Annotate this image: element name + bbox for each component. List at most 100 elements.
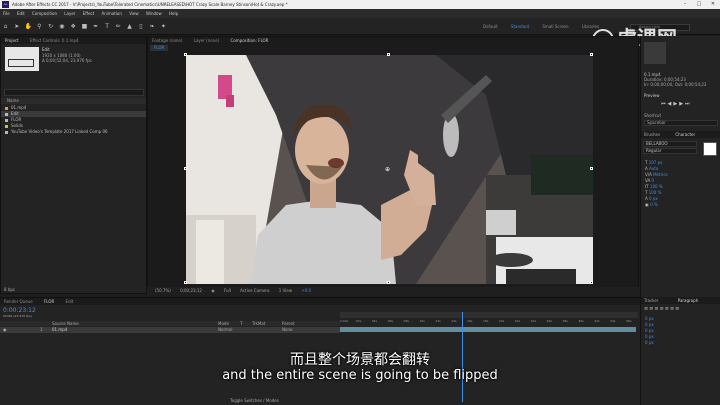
space-after-field[interactable]: 0 px: [641, 340, 720, 346]
toggle-switches-modes[interactable]: Toggle Switches / Modes: [230, 398, 279, 403]
selected-item-info-2: Δ 0;00;52;04, 23.976 fps: [42, 58, 92, 63]
hand-tool-icon[interactable]: ✋: [25, 23, 32, 30]
menu-animation[interactable]: Animation: [102, 11, 122, 16]
rotate-tool-icon[interactable]: ↻: [47, 23, 54, 30]
tab-paragraph[interactable]: Paragraph: [678, 298, 699, 303]
subtitle-english: and the entire scene is going to be flip…: [222, 368, 498, 383]
anchor-point-icon[interactable]: ⊕: [385, 166, 390, 173]
layer-row[interactable]: ◉ 1 01.mp4 Normal None: [0, 327, 340, 333]
project-search-input[interactable]: [4, 89, 144, 96]
composition-breadcrumb[interactable]: FLOR: [150, 45, 169, 51]
zoom-tool-icon[interactable]: ⚲: [36, 23, 43, 30]
window-title: Adobe After Effects CC 2017 - V:\Project…: [12, 2, 288, 7]
menu-layer[interactable]: Layer: [64, 11, 75, 16]
menu-edit[interactable]: Edit: [17, 11, 25, 16]
current-time-display[interactable]: 0;00;23;12: [180, 288, 202, 293]
bit-depth-label[interactable]: 8 bpc: [4, 287, 15, 292]
menu-window[interactable]: Window: [146, 11, 162, 16]
timeline-timecode[interactable]: 0:00:23:12: [3, 307, 36, 314]
menu-composition[interactable]: Composition: [32, 11, 57, 16]
paragraph-panel-tabs: Tracker Paragraph: [641, 297, 720, 304]
tab-tracker[interactable]: Tracker: [644, 298, 658, 303]
layer-name[interactable]: 01.mp4: [52, 327, 67, 333]
transform-handle[interactable]: [387, 53, 390, 56]
pan-behind-tool-icon[interactable]: ❖: [70, 23, 77, 30]
clone-stamp-tool-icon[interactable]: ▲: [126, 23, 133, 30]
eraser-tool-icon[interactable]: ▯: [137, 23, 144, 30]
magnification-select[interactable]: (50.7%): [155, 288, 171, 293]
ruler-tick-label: 16s: [467, 319, 473, 323]
ruler-tick-label: 30s: [578, 319, 584, 323]
close-icon[interactable]: ✕: [706, 0, 720, 9]
tab-composition-flor[interactable]: Composition: FLOR: [231, 38, 269, 43]
fill-color-swatch[interactable]: [703, 142, 717, 156]
tab-flor[interactable]: FLOR: [44, 299, 54, 304]
workspace-small-screen[interactable]: Small Screen: [542, 24, 568, 29]
menu-bar: File Edit Composition Layer Effect Anima…: [0, 9, 720, 18]
puppet-tool-icon[interactable]: ✦: [160, 23, 167, 30]
tab-project[interactable]: Project: [5, 38, 19, 43]
transform-handle[interactable]: [590, 167, 593, 170]
workspace-default[interactable]: Default: [483, 24, 498, 29]
layer-mode[interactable]: Normal: [218, 327, 232, 333]
workspace-standard[interactable]: Standard: [511, 24, 529, 29]
tab-render-queue[interactable]: Render Queue: [4, 299, 33, 304]
tab-character[interactable]: Character: [675, 132, 695, 137]
menu-file[interactable]: File: [3, 11, 10, 16]
camera-tool-icon[interactable]: ◉: [58, 23, 65, 30]
project-list: 01.mp4 Edit FLOR Solids YouTube Video's …: [1, 105, 146, 135]
maximize-icon[interactable]: □: [692, 0, 706, 9]
font-style-select[interactable]: Regular: [643, 148, 697, 154]
column-t[interactable]: T: [240, 321, 242, 326]
project-panel: Project Effect Controls: 0.1.mp4 Edit 19…: [0, 36, 147, 294]
transform-handle[interactable]: [387, 281, 390, 284]
visibility-eye-icon[interactable]: ◉: [3, 327, 7, 333]
ruler-tick-label: 32s: [594, 319, 600, 323]
camera-snapshot-icon[interactable]: ◉: [211, 288, 215, 293]
layer-parent[interactable]: None: [282, 327, 292, 333]
tab-edit[interactable]: Edit: [66, 299, 74, 304]
column-trkmat[interactable]: TrkMat: [252, 321, 265, 326]
roto-brush-tool-icon[interactable]: ❧: [149, 23, 156, 30]
transform-handle[interactable]: [184, 53, 187, 56]
ruler-tick-label: 02s: [355, 319, 362, 323]
view-layout-select[interactable]: 1 View: [279, 288, 292, 293]
column-source-name[interactable]: Source Name: [52, 321, 79, 326]
active-camera-select[interactable]: Active Camera: [240, 288, 269, 293]
preview-transport-controls[interactable]: ⏮◀▶▶⏭: [661, 101, 692, 107]
resolution-select[interactable]: Full: [224, 288, 231, 293]
selection-tool-icon[interactable]: ➤: [13, 23, 20, 30]
menu-view[interactable]: View: [129, 11, 139, 16]
exposure-value[interactable]: +0.0: [301, 288, 311, 293]
column-mode[interactable]: Mode: [218, 321, 229, 326]
transform-handle[interactable]: [590, 53, 593, 56]
project-item[interactable]: YouTube Video's Template 2017 Linked Com…: [1, 129, 146, 135]
layer-duration-bar[interactable]: [340, 327, 636, 332]
transform-handle[interactable]: [184, 281, 187, 284]
transform-handle[interactable]: [590, 281, 593, 284]
ruler-tick-label: 28s: [562, 319, 568, 323]
brush-tool-icon[interactable]: ✏: [115, 23, 122, 30]
tab-effect-controls[interactable]: Effect Controls: 0.1.mp4: [30, 38, 79, 43]
font-family-select[interactable]: BELLABOO: [643, 141, 697, 147]
transform-handle[interactable]: [184, 167, 187, 170]
pen-tool-icon[interactable]: ✒: [92, 23, 99, 30]
type-tool-icon[interactable]: T: [104, 23, 111, 30]
home-icon[interactable]: ⌂: [2, 23, 9, 30]
info-line-3: In: 0;00;00;00, Out: 0;00;54;23: [644, 82, 707, 87]
column-parent[interactable]: Parent: [282, 321, 295, 326]
time-ruler[interactable]: 0:00s 02s 04s 06s 08s 10s 12s 14s 16s 18s 20s 22s 24…: [340, 319, 638, 325]
shortcut-select[interactable]: Spacebar: [644, 120, 718, 126]
minimize-icon[interactable]: –: [678, 0, 692, 9]
work-area-bar[interactable]: [340, 312, 638, 318]
tsume-field[interactable]: ▣ 0 %: [641, 202, 720, 208]
timeline-tabs: Render Queue FLOR Edit: [0, 298, 640, 305]
paragraph-align-buttons[interactable]: ≡≡≡≡≡≡≡: [644, 306, 680, 312]
menu-help[interactable]: Help: [169, 11, 178, 16]
rectangle-tool-icon[interactable]: ■: [81, 23, 88, 30]
tab-layer[interactable]: Layer (none): [194, 38, 220, 43]
character-fields: BELLABOO Regular: [641, 140, 699, 155]
menu-effect[interactable]: Effect: [83, 11, 95, 16]
tab-footage[interactable]: Footage (none): [152, 38, 182, 43]
tab-brushes[interactable]: Brushes: [644, 132, 660, 137]
